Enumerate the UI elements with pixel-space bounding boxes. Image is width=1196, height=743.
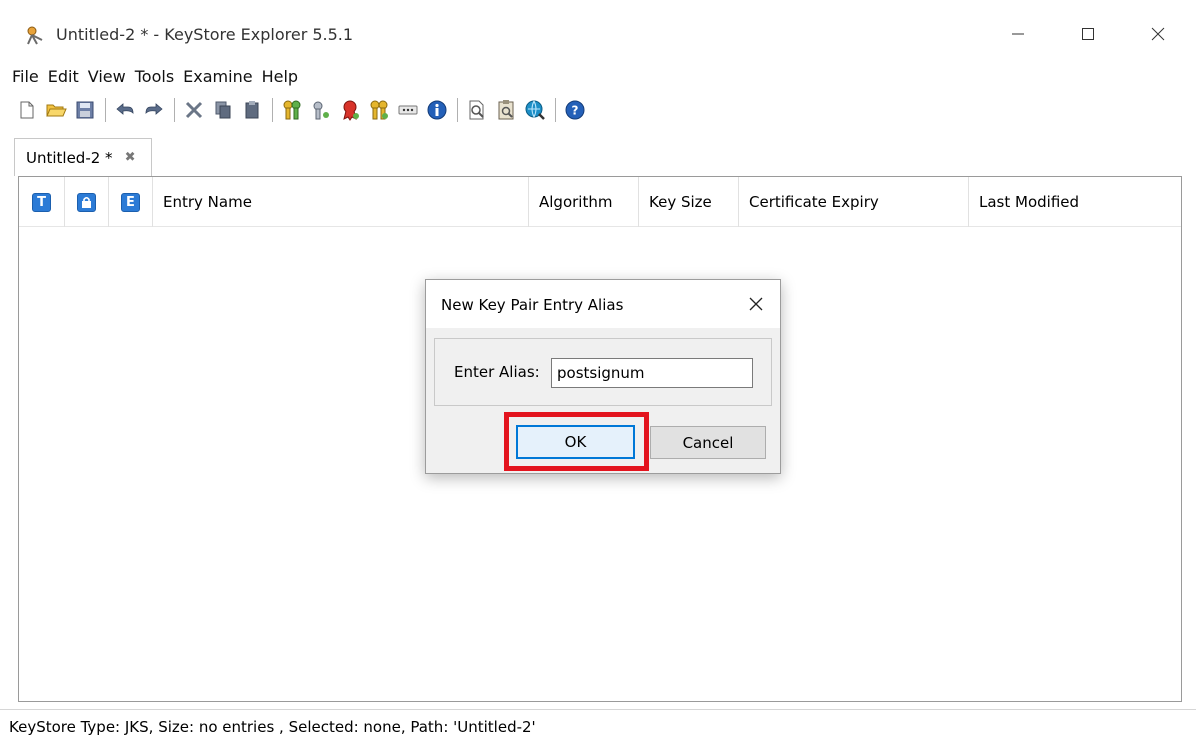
column-header-certificate-expiry[interactable]: Certificate Expiry <box>739 177 969 227</box>
save-icon <box>76 101 94 119</box>
window-close-button[interactable] <box>1136 18 1180 50</box>
dialog-title-bar: New Key Pair Entry Alias <box>426 280 780 328</box>
generate-key-pair-icon <box>283 100 301 120</box>
column-header-algorithm[interactable]: Algorithm <box>529 177 639 227</box>
table-header: T E Entry Name Algorithm Key Size Certif… <box>19 177 1181 227</box>
title-bar: Untitled-2 * - KeyStore Explorer 5.5.1 <box>0 0 1196 62</box>
generate-secret-key-icon <box>313 101 329 120</box>
help-button[interactable]: ? <box>561 96 589 124</box>
close-icon <box>1151 27 1165 41</box>
window-title: Untitled-2 * - KeyStore Explorer 5.5.1 <box>56 25 354 44</box>
maximize-icon <box>1082 28 1094 40</box>
examine-ssl-button[interactable] <box>521 96 549 124</box>
copy-icon <box>215 101 231 119</box>
examine-clipboard-button[interactable] <box>492 96 520 124</box>
toolbar: ? <box>0 92 1196 128</box>
paste-button[interactable] <box>238 96 266 124</box>
toolbar-separator <box>555 98 556 122</box>
toolbar-separator <box>272 98 273 122</box>
alias-input[interactable] <box>551 358 753 388</box>
generate-key-pair-button[interactable] <box>278 96 306 124</box>
column-header-entry-name[interactable]: Entry Name <box>153 177 529 227</box>
copy-button[interactable] <box>209 96 237 124</box>
generate-secret-key-button[interactable] <box>307 96 335 124</box>
menu-bar: File Edit View Tools Examine Help <box>0 62 1196 90</box>
paste-icon <box>245 101 259 119</box>
column-header-last-modified[interactable]: Last Modified <box>969 177 1181 227</box>
set-password-icon <box>398 105 418 115</box>
toolbar-separator <box>105 98 106 122</box>
alias-group: Enter Alias: <box>434 338 772 406</box>
save-button[interactable] <box>71 96 99 124</box>
expiry-icon: E <box>121 192 140 212</box>
ok-button[interactable]: OK <box>516 425 635 459</box>
alias-label: Enter Alias: <box>454 363 540 381</box>
entry-type-icon: T <box>32 192 51 212</box>
examine-ssl-icon <box>525 100 545 120</box>
redo-button[interactable] <box>140 96 168 124</box>
undo-icon <box>116 103 134 115</box>
close-icon <box>749 297 763 311</box>
status-text: KeyStore Type: JKS, Size: no entries , S… <box>9 717 536 736</box>
menu-examine[interactable]: Examine <box>183 67 252 86</box>
new-key-pair-alias-dialog: New Key Pair Entry Alias Enter Alias: OK… <box>425 279 781 474</box>
column-header-entry-type[interactable]: T <box>19 177 65 227</box>
lock-icon <box>77 192 96 212</box>
cut-icon <box>185 101 203 119</box>
undo-button[interactable] <box>111 96 139 124</box>
column-header-key-size[interactable]: Key Size <box>639 177 739 227</box>
column-header-lock-status[interactable] <box>65 177 109 227</box>
minimize-button[interactable] <box>996 18 1040 50</box>
column-header-expiry-status[interactable]: E <box>109 177 153 227</box>
menu-view[interactable]: View <box>88 67 126 86</box>
menu-file[interactable]: File <box>12 67 39 86</box>
examine-clipboard-icon <box>498 100 514 120</box>
cancel-button[interactable]: Cancel <box>650 426 766 459</box>
tab-label: Untitled-2 * <box>26 148 113 167</box>
import-key-pair-icon <box>370 100 388 120</box>
new-button[interactable] <box>13 96 41 124</box>
redo-icon <box>145 103 163 115</box>
status-bar: KeyStore Type: JKS, Size: no entries , S… <box>0 709 1196 743</box>
toolbar-separator <box>457 98 458 122</box>
import-trusted-certificate-button[interactable] <box>336 96 364 124</box>
keystore-explorer-icon <box>27 26 43 45</box>
help-icon: ? <box>565 100 585 120</box>
examine-file-button[interactable] <box>463 96 491 124</box>
svg-text:?: ? <box>572 104 579 118</box>
examine-file-icon <box>469 100 484 120</box>
maximize-button[interactable] <box>1066 18 1110 50</box>
menu-tools[interactable]: Tools <box>135 67 174 86</box>
properties-icon <box>427 100 447 120</box>
menu-help[interactable]: Help <box>262 67 298 86</box>
properties-button[interactable] <box>423 96 451 124</box>
toolbar-separator <box>174 98 175 122</box>
import-trusted-certificate-icon <box>343 100 359 121</box>
open-icon <box>46 104 67 117</box>
new-icon <box>20 101 34 119</box>
menu-edit[interactable]: Edit <box>48 67 79 86</box>
dialog-title: New Key Pair Entry Alias <box>441 296 624 314</box>
minimize-icon <box>1012 33 1024 35</box>
open-button[interactable] <box>42 96 70 124</box>
tab-untitled-2[interactable]: Untitled-2 * ✖ <box>14 138 152 176</box>
import-key-pair-button[interactable] <box>365 96 393 124</box>
cut-button[interactable] <box>180 96 208 124</box>
set-password-button[interactable] <box>394 96 422 124</box>
tab-close-icon[interactable]: ✖ <box>125 150 136 165</box>
dialog-close-button[interactable] <box>744 292 768 316</box>
